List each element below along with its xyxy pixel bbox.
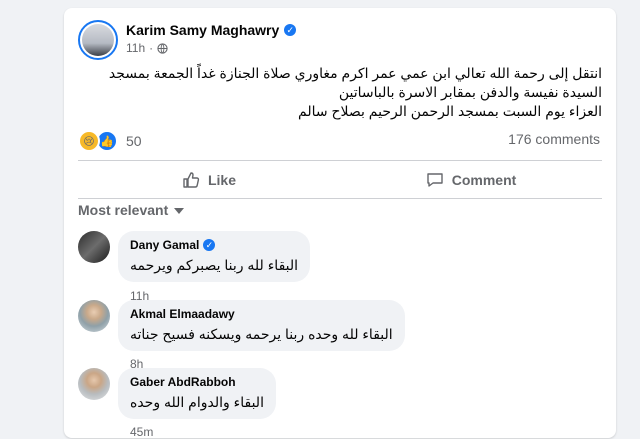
commenter-avatar[interactable]	[78, 300, 110, 332]
author-photo	[82, 24, 114, 56]
comment-bubble: Akmal Elmaadawy البقاء لله وحده ربنا يرح…	[118, 300, 405, 351]
divider	[78, 198, 602, 199]
post-time[interactable]: 11h	[126, 41, 145, 55]
comment-bubble: Dany Gamal ✓ البقاء لله ربنا يصبركم ويرح…	[118, 231, 311, 282]
post-actions: Like Comment	[78, 162, 602, 198]
globe-icon	[157, 42, 168, 54]
post-card: Karim Samy Maghawry ✓ 11h · انتقل إلى رح…	[64, 8, 616, 439]
comment-text: البقاء والدوام الله وحده	[130, 394, 264, 410]
commenter-name[interactable]: Dany Gamal	[130, 238, 199, 252]
comments-count-link[interactable]: 176 comments	[508, 131, 600, 147]
comment-time[interactable]: 45m	[130, 425, 153, 439]
commenter-avatar[interactable]	[78, 231, 110, 263]
caret-down-icon	[174, 208, 185, 214]
comment-sort-dropdown[interactable]: Most relevant	[78, 202, 185, 218]
separator-dot: ·	[149, 41, 154, 55]
reaction-count: 50	[126, 133, 142, 149]
thumbs-up-icon	[183, 172, 200, 188]
sort-label: Most relevant	[78, 202, 169, 218]
post-text-line: السيدة نفيسة والدفن بمقابر الاسرة بالباس…	[338, 84, 602, 100]
sad-reaction-icon: 😢	[78, 130, 100, 152]
like-label: Like	[207, 172, 236, 188]
author-name[interactable]: Karim Samy Maghawry	[126, 22, 279, 38]
comment-text: البقاء لله ربنا يصبركم ويرحمه	[130, 257, 299, 273]
commenter-name-row: Dany Gamal ✓	[130, 238, 298, 252]
comment-button[interactable]: Comment	[340, 162, 602, 198]
post-body: انتقل إلى رحمة الله تعالي ابن عمي عمر اك…	[82, 64, 602, 121]
post-text-line: العزاء يوم السبت بمسجد الرحمن الرحيم بصل…	[298, 103, 602, 119]
post-text-line: انتقل إلى رحمة الله تعالي ابن عمي عمر اك…	[108, 65, 602, 81]
comment-bubble: Gaber AbdRabboh البقاء والدوام الله وحده	[118, 368, 276, 419]
commenter-name-row: Gaber AbdRabboh	[130, 375, 264, 389]
divider	[78, 160, 602, 161]
comment-label: Comment	[451, 172, 517, 188]
commenter-name[interactable]: Gaber AbdRabboh	[130, 375, 236, 389]
comment-bubble-icon	[427, 173, 443, 187]
reactions-summary[interactable]: 😢 👍 50	[78, 130, 142, 152]
post-meta: 11h ·	[126, 41, 168, 55]
like-button[interactable]: Like	[78, 162, 340, 198]
commenter-name[interactable]: Akmal Elmaadawy	[130, 307, 235, 321]
comment-text: البقاء لله وحده ربنا يرحمه ويسكنه فسيح ج…	[130, 326, 393, 342]
post-author: Karim Samy Maghawry ✓	[126, 22, 297, 38]
commenter-name-row: Akmal Elmaadawy	[130, 307, 393, 321]
commenter-avatar[interactable]	[78, 368, 110, 400]
verified-badge-icon: ✓	[284, 24, 297, 36]
verified-badge-icon: ✓	[203, 239, 216, 251]
author-avatar[interactable]	[78, 20, 118, 60]
